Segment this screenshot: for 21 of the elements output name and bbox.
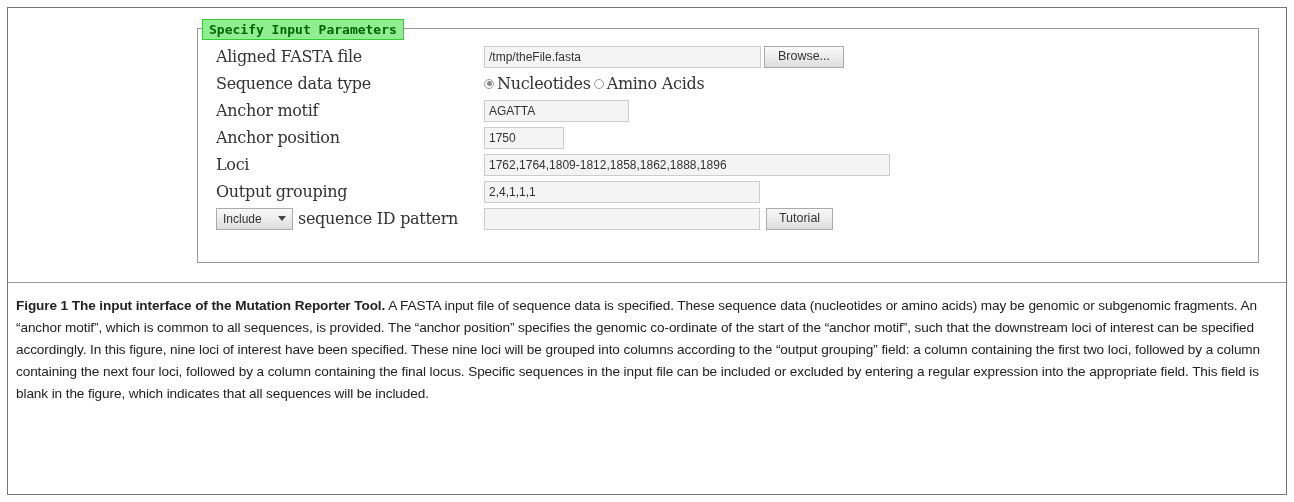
field-label: sequence ID pattern xyxy=(298,207,460,230)
field-label: Aligned FASTA file xyxy=(216,45,364,68)
input-field[interactable]: 1750 xyxy=(484,126,564,149)
include-dropdown[interactable]: Include xyxy=(216,207,293,230)
input-field[interactable]: AGATTA xyxy=(484,99,629,122)
button[interactable]: Browse... xyxy=(764,45,844,68)
input-field[interactable]: 1762,1764,1809-1812,1858,1862,1888,1896 xyxy=(484,153,890,176)
legend-title: Specify Input Parameters xyxy=(202,19,404,40)
input-field[interactable]: 2,4,1,1,1 xyxy=(484,180,760,203)
field-label: Anchor position xyxy=(216,126,341,149)
button[interactable]: Tutorial xyxy=(766,207,833,230)
field-label: Anchor motif xyxy=(216,99,321,122)
input-field[interactable]: /tmp/theFile.fasta xyxy=(484,45,761,68)
field-label: Loci xyxy=(216,153,251,176)
radio-option[interactable]: Nucleotides xyxy=(484,71,591,96)
field-label: Sequence data type xyxy=(216,72,372,95)
input-field[interactable] xyxy=(484,207,760,230)
figure-caption: Figure 1 The input interface of the Mutation Reporter Tool. A FASTA input file of sequence data is specified. These sequence data (nucleotides or amino acids) may be genomic or subgenomic fragments. An “anchor motif”, which is common to all sequences, is provided. The “anchor position” specifies the genomic co-ordinate of the start of the “anchor motif”, such that the downstream loci of interest can be specified accordingly. In this figure, nine loci of interest have been specified. These nine loci will be grouped into columns according to the “output grouping” field: a column containing the first two loci, followed by a column containing the next four loci, followed by a column containing the final locus. Specific sequences in the input file can be included or excluded by entering a regular expression into the appropriate field. This field is blank in the figure, which indicates that all sequences will be included. xyxy=(16,297,1262,403)
radio-option[interactable]: Amino Acids xyxy=(593,71,705,96)
caret-icon xyxy=(278,216,286,221)
field-label: Output grouping xyxy=(216,180,349,203)
